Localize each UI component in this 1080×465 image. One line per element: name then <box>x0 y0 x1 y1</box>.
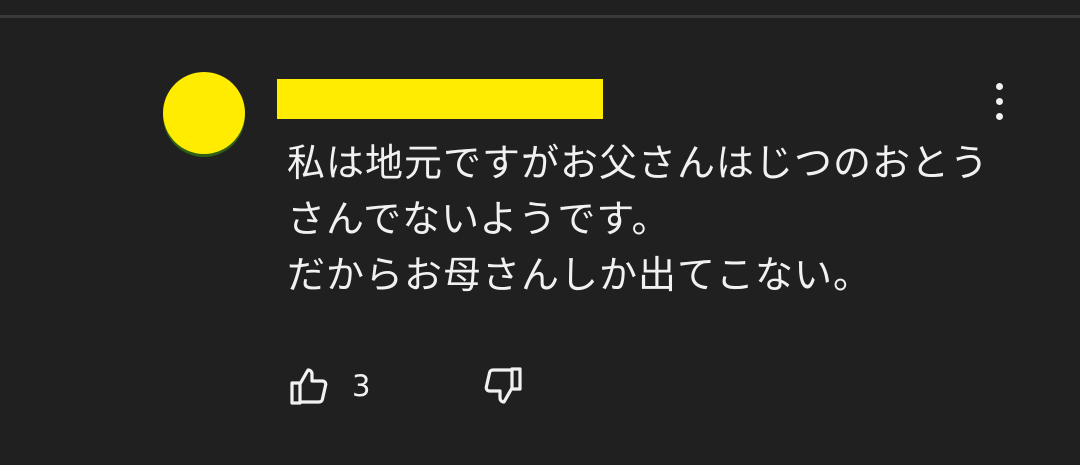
comment-line: 私は地元ですがお父さんはじつのおとう <box>287 141 990 185</box>
thumbs-up-icon <box>290 368 328 405</box>
top-divider <box>0 15 1080 18</box>
dislike-button[interactable] <box>478 362 526 410</box>
comment-line: さんでないようです。 <box>287 197 671 241</box>
thumbs-down-icon <box>484 367 522 404</box>
author-name-redaction <box>277 79 603 119</box>
comment-line: だからお母さんしか出てこない。 <box>287 253 873 297</box>
like-button[interactable] <box>286 362 334 410</box>
comment-text: 私は地元ですがお父さんはじつのおとう さんでないようです。 だからお母さんしか出… <box>287 135 1047 303</box>
more-vertical-icon-dot <box>995 97 1003 105</box>
more-vertical-icon <box>995 82 1003 90</box>
more-vertical-icon-dot <box>995 112 1003 120</box>
like-count: 3 <box>352 369 371 403</box>
avatar[interactable] <box>163 72 245 154</box>
more-actions-button[interactable] <box>982 78 1016 124</box>
